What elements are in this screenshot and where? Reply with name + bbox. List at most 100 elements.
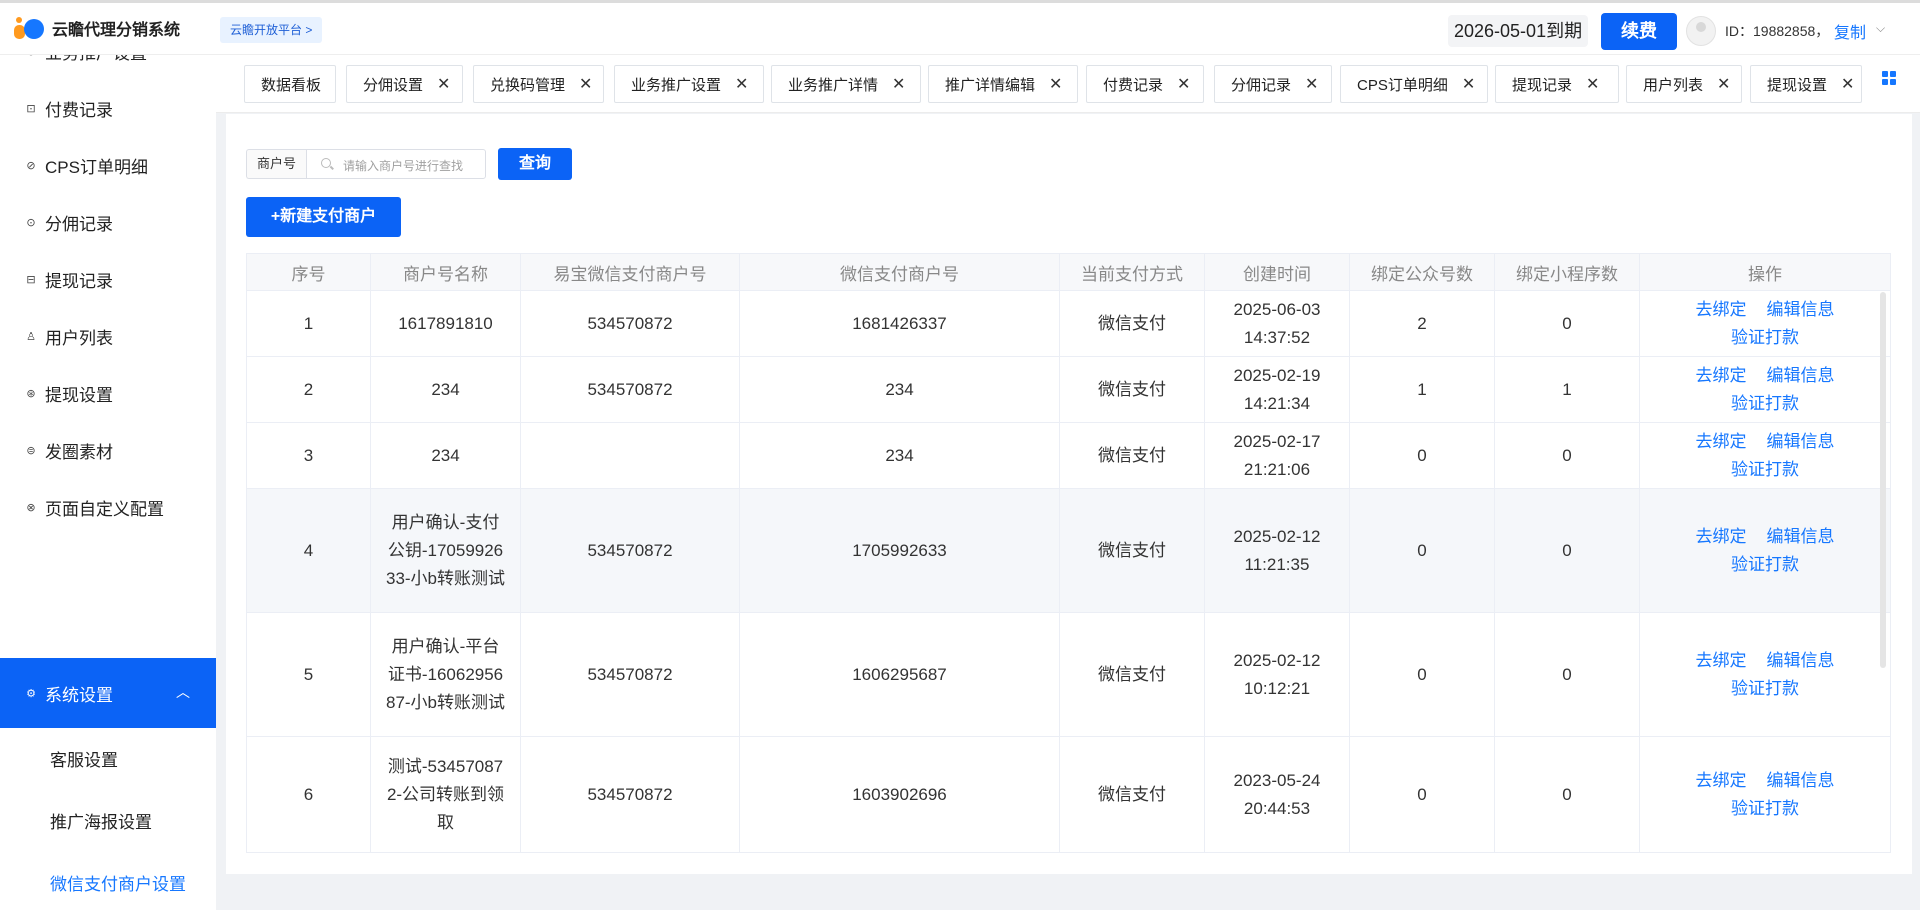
tab-label: CPS订单明细 [1357, 76, 1448, 94]
tab-9[interactable]: CPS订单明细 ✕ [1340, 65, 1488, 103]
verify-payment-link[interactable]: 验证打款 [1731, 799, 1799, 818]
square-dot-icon: ⊡ [26, 102, 36, 115]
cell-payment-method: 微信支付 [1059, 290, 1205, 357]
cell-mini-program-count: 0 [1494, 422, 1640, 489]
query-button[interactable]: 查询 [498, 148, 572, 180]
sidebar-item-page-custom-config[interactable]: ⊗ 页面自定义配置 [0, 482, 216, 532]
cell-wechat-merchant-no: 1681426337 [739, 290, 1060, 357]
tab-10[interactable]: 提现记录 ✕ [1495, 65, 1619, 103]
sidebar-item-withdraw-records[interactable]: ⊟ 提现记录 [0, 254, 216, 304]
cell-mini-program-count-text: 0 [1562, 540, 1572, 560]
cell-created-time: 2025-02-12 10:12:21 [1204, 612, 1350, 737]
close-icon[interactable]: ✕ [579, 74, 592, 94]
sidebar-item-system-settings[interactable]: ⚙ 系统设置 ︿ [0, 658, 216, 728]
cell-merchant-name-text: 234 [431, 379, 460, 399]
cell-payment-method-text: 微信支付 [1098, 445, 1166, 465]
verify-payment-link[interactable]: 验证打款 [1731, 328, 1799, 347]
cell-created-time: 2025-02-12 11:21:35 [1204, 488, 1350, 613]
close-icon[interactable]: ✕ [1177, 74, 1190, 94]
edit-info-link[interactable]: 编辑信息 [1767, 651, 1835, 670]
app-logo[interactable]: 云瞻代理分销系统 [12, 15, 180, 41]
cell-yibao-merchant-no: 534570872 [520, 290, 740, 357]
bind-link[interactable]: 去绑定 [1696, 771, 1747, 790]
sidebar-item-payment-records[interactable]: ⊡ 付费记录 [0, 83, 216, 133]
chevron-down-icon[interactable]: ⌵ [1876, 21, 1885, 36]
table-row: 3 234 234 微信支付 2025-02-17 21:21:06 0 0 去绑定 编辑信息 验证… [246, 422, 1891, 489]
close-icon[interactable]: ✕ [735, 74, 748, 94]
sidebar-item-share-materials[interactable]: ⊜ 发圈素材 [0, 425, 216, 475]
tab-8[interactable]: 分佣记录 ✕ [1214, 65, 1332, 103]
cell-merchant-name-text: 用户确认-平台证书-1606295687-小b转账测试 [385, 636, 506, 712]
close-icon[interactable]: ✕ [1841, 74, 1854, 94]
bind-link[interactable]: 去绑定 [1696, 300, 1747, 319]
cell-index: 6 [246, 736, 371, 853]
tab-4[interactable]: 业务推广设置 ✕ [614, 65, 764, 103]
sidebar-item-withdraw-settings[interactable]: ⊛ 提现设置 [0, 368, 216, 418]
column-header: 当前支付方式 [1059, 253, 1205, 291]
table-scrollbar[interactable] [1880, 292, 1886, 668]
close-icon[interactable]: ✕ [1049, 74, 1062, 94]
column-header: 商户号名称 [370, 253, 521, 291]
cell-index-text: 2 [303, 379, 314, 399]
copy-id-link[interactable]: 复制 [1834, 19, 1866, 43]
tab-2[interactable]: 分佣设置 ✕ [346, 65, 463, 103]
bind-link[interactable]: 去绑定 [1696, 651, 1747, 670]
verify-payment-link[interactable]: 验证打款 [1731, 394, 1799, 413]
close-icon[interactable]: ✕ [1462, 74, 1475, 94]
cell-yibao-merchant-no: 534570872 [520, 488, 740, 613]
close-icon[interactable]: ✕ [1305, 74, 1318, 94]
close-icon[interactable]: ✕ [1586, 74, 1599, 94]
sidebar-item-cps-orders[interactable]: ⊘ CPS订单明细 [0, 140, 216, 190]
sidebar-item-commission-records[interactable]: ⊙ 分佣记录 [0, 197, 216, 247]
grid-menu-icon[interactable] [1882, 71, 1896, 85]
sidebar-subitem-promo-poster[interactable]: 推广海报设置 [50, 808, 152, 833]
close-icon[interactable]: ✕ [1717, 74, 1730, 94]
tab-label: 付费记录 [1103, 76, 1164, 94]
cell-actions: 去绑定 编辑信息验证打款 [1639, 488, 1891, 613]
tab-11[interactable]: 用户列表 ✕ [1626, 65, 1742, 103]
sidebar-item-label: 提现记录 [45, 271, 113, 291]
sidebar-item-promotion-settings[interactable]: ⊖ 业务推广设置 [0, 55, 216, 76]
cell-official-account-count: 0 [1349, 736, 1495, 853]
cell-mini-program-count: 0 [1494, 488, 1640, 613]
sidebar-item-user-list[interactable]: ♙ 用户列表 [0, 311, 216, 361]
cell-payment-method: 微信支付 [1059, 612, 1205, 737]
sidebar-subitem-customer-service[interactable]: 客服设置 [50, 746, 118, 771]
cell-merchant-name: 234 [370, 422, 521, 489]
tab-1[interactable]: 数据看板 [244, 65, 336, 103]
tab-7[interactable]: 付费记录 ✕ [1086, 65, 1204, 103]
edit-info-link[interactable]: 编辑信息 [1767, 527, 1835, 546]
edit-info-link[interactable]: 编辑信息 [1767, 432, 1835, 451]
edit-info-link[interactable]: 编辑信息 [1767, 300, 1835, 319]
cell-payment-method-text: 微信支付 [1098, 664, 1166, 684]
bind-link[interactable]: 去绑定 [1696, 432, 1747, 451]
renew-button[interactable]: 续费 [1601, 13, 1677, 50]
tab-label: 提现设置 [1767, 76, 1828, 94]
verify-payment-link[interactable]: 验证打款 [1731, 555, 1799, 574]
edit-info-link[interactable]: 编辑信息 [1767, 366, 1835, 385]
search-input[interactable]: 请输入商户号进行查找 [306, 149, 486, 179]
open-platform-link[interactable]: 云瞻开放平台 > [220, 17, 323, 43]
tab-label: 提现记录 [1512, 76, 1573, 94]
avatar[interactable] [1686, 16, 1716, 46]
tab-6[interactable]: 推广详情编辑 ✕ [928, 65, 1078, 103]
verify-payment-link[interactable]: 验证打款 [1731, 460, 1799, 479]
cell-wechat-merchant-no-text: 1603902696 [852, 784, 947, 804]
column-header: 易宝微信支付商户号 [520, 253, 740, 291]
cell-mini-program-count: 0 [1494, 612, 1640, 737]
sidebar-subitem-wechat-merchant[interactable]: 微信支付商户设置 [50, 870, 186, 895]
cell-created-time: 2025-02-19 14:21:34 [1204, 356, 1350, 423]
new-merchant-button[interactable]: +新建支付商户 [246, 197, 401, 237]
close-icon[interactable]: ✕ [892, 74, 905, 94]
bind-link[interactable]: 去绑定 [1696, 527, 1747, 546]
edit-info-link[interactable]: 编辑信息 [1767, 771, 1835, 790]
verify-payment-link[interactable]: 验证打款 [1731, 679, 1799, 698]
close-icon[interactable]: ✕ [437, 74, 450, 94]
cell-yibao-merchant-no-text: 534570872 [587, 784, 673, 804]
tab-5[interactable]: 业务推广详情 ✕ [771, 65, 921, 103]
created-date: 2025-02-12 [1233, 650, 1321, 670]
bind-link[interactable]: 去绑定 [1696, 366, 1747, 385]
tab-12[interactable]: 提现设置 ✕ [1750, 65, 1862, 103]
cell-official-account-count-text: 1 [1417, 379, 1427, 399]
tab-3[interactable]: 兑换码管理 ✕ [473, 65, 604, 103]
